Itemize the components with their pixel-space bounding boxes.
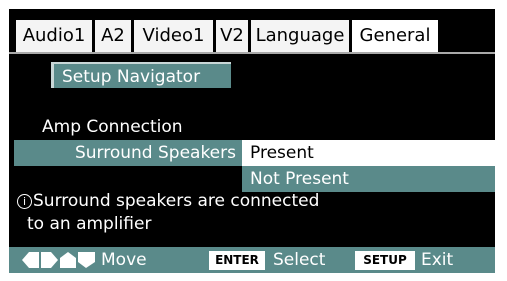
info-line-2: to an amplifier [27,214,152,234]
info-line-1: Surround speakers are connected [33,191,320,211]
surround-speakers-label[interactable]: Surround Speakers [14,140,242,166]
setup-menu-screen: Audio1 A2 Video1 V2 Language General Set… [9,9,495,273]
amp-connection-heading: Amp Connection [42,117,183,137]
footer-bar: Move ENTER Select SETUP Exit [9,247,495,273]
tab-v2[interactable]: V2 [216,20,248,52]
setup-navigator-button[interactable]: Setup Navigator [51,62,231,88]
tab-divider [9,52,495,54]
arrow-keys-icon [22,252,95,268]
option-not-present[interactable]: Not Present [242,166,495,192]
right-arrow-icon [41,252,58,268]
enter-key[interactable]: ENTER [209,251,265,270]
option-present[interactable]: Present [242,140,495,166]
exit-label: Exit [421,250,454,270]
info-message: i Surround speakers are connected to an a… [17,190,319,236]
left-arrow-icon [22,252,39,268]
tab-video1[interactable]: Video1 [134,20,213,52]
tab-bar: Audio1 A2 Video1 V2 Language General [9,20,495,52]
down-arrow-icon [78,252,95,268]
setup-key[interactable]: SETUP [355,251,415,270]
tab-a2[interactable]: A2 [95,20,131,52]
tab-audio1[interactable]: Audio1 [16,20,92,52]
info-icon: i [17,194,32,209]
move-label: Move [101,250,147,270]
tab-language[interactable]: Language [251,20,349,52]
select-label: Select [273,250,326,270]
tab-general[interactable]: General [352,20,438,52]
up-arrow-icon [60,252,76,268]
